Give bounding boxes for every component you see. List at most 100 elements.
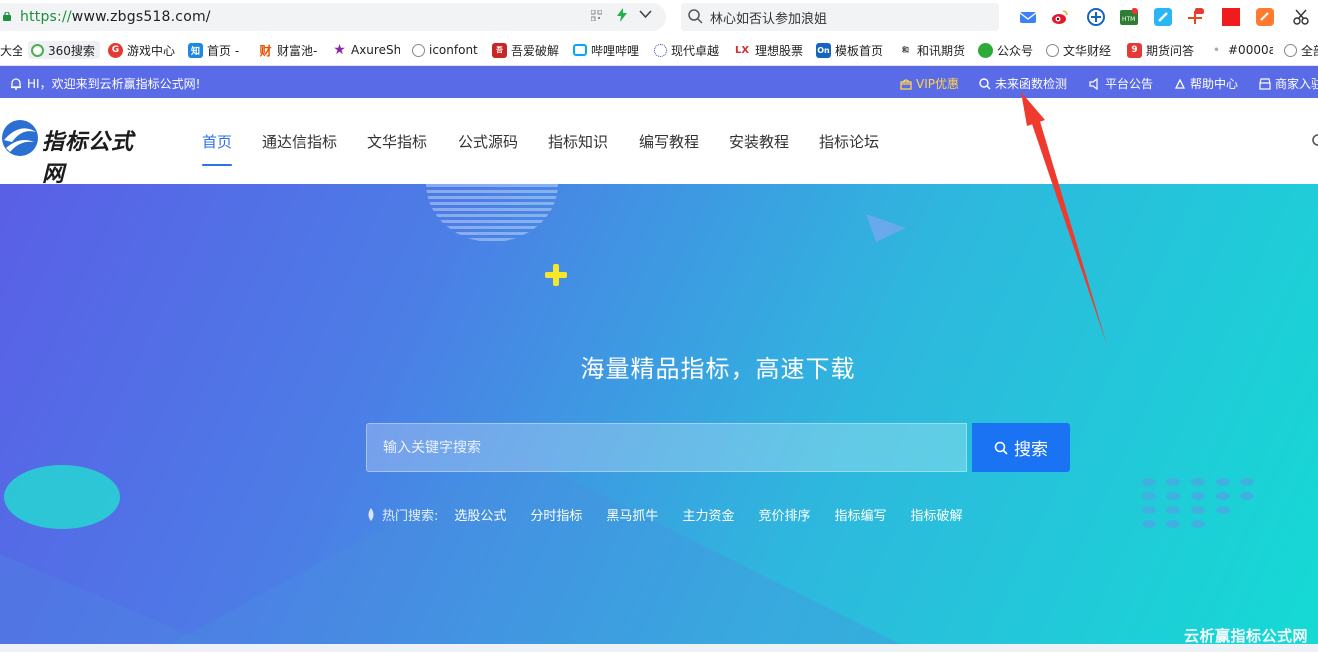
zhi-icon: 知 bbox=[188, 42, 203, 58]
vip-link[interactable]: VIP优惠 bbox=[900, 75, 959, 92]
url-host: www.zbgs518.com/ bbox=[71, 9, 211, 25]
bookmark-item[interactable]: 财财富池- bbox=[258, 41, 320, 59]
nav-active-indicator bbox=[202, 164, 232, 166]
bookmark-label: 和讯期货 bbox=[917, 43, 966, 58]
cai-icon: 财 bbox=[258, 42, 273, 58]
bookmark-label: 吾爱破解 bbox=[511, 43, 560, 58]
hot-keyword[interactable]: 主力资金 bbox=[682, 505, 734, 524]
bookmark-item[interactable]: LX 理想股票 bbox=[733, 41, 805, 59]
globe-icon bbox=[1284, 43, 1297, 57]
bookmark-item[interactable]: 现代卓越 bbox=[654, 41, 722, 59]
bookmark-item[interactable]: ★ AxureSh bbox=[332, 41, 400, 59]
nav-writing-tutorial[interactable]: 编写教程 bbox=[639, 131, 699, 152]
globe-icon bbox=[412, 43, 425, 57]
site-search-button[interactable]: 搜索 bbox=[972, 423, 1070, 472]
bookmark-label: 文华财经 bbox=[1063, 43, 1112, 58]
browser-ext-icon[interactable] bbox=[1087, 8, 1105, 26]
logo-text: 指标公式网 bbox=[42, 129, 135, 187]
drop-icon bbox=[368, 508, 374, 521]
site-search-input[interactable] bbox=[366, 423, 967, 472]
bookmark-item[interactable]: 文华财经 bbox=[1046, 41, 1114, 59]
bookmark-item[interactable]: On 模板首页 bbox=[816, 41, 886, 59]
bookmark-item[interactable]: 360搜索 bbox=[28, 41, 100, 59]
help-label: 帮助中心 bbox=[1190, 77, 1239, 91]
weibo-icon[interactable] bbox=[1051, 8, 1069, 26]
bookmark-label: 公众号 bbox=[997, 43, 1034, 58]
hot-keyword[interactable]: 分时指标 bbox=[530, 505, 582, 524]
chevron-down-icon[interactable] bbox=[639, 10, 652, 19]
bookmark-item[interactable]: 知首页 - bbox=[188, 41, 244, 59]
html-ext-icon[interactable]: HTM bbox=[1120, 8, 1138, 26]
puzzle-ext-icon[interactable] bbox=[1154, 8, 1172, 26]
announcement-link[interactable]: 平台公告 bbox=[1089, 75, 1153, 92]
page-bottom-strip bbox=[0, 644, 1318, 652]
hero-decorations bbox=[0, 184, 1254, 644]
bookmark-item[interactable]: 9 期货问答 bbox=[1127, 41, 1195, 59]
browser-search-text[interactable]: 林心如否认参加浪姐 bbox=[710, 8, 827, 27]
bookmark-item[interactable]: 大全 bbox=[0, 41, 22, 59]
welcome-text: HI，欢迎来到云析赢指标公式网! bbox=[27, 77, 201, 91]
mountain-decoration-2 bbox=[0, 554, 210, 644]
red-square-icon[interactable] bbox=[1222, 8, 1240, 26]
search-icon bbox=[688, 9, 703, 24]
site-logo[interactable]: 指标公式网 bbox=[0, 118, 150, 187]
nav-formula-source[interactable]: 公式源码 bbox=[458, 131, 518, 152]
bookmark-item[interactable]: 哔哩哔哩 bbox=[573, 41, 641, 59]
xd-icon bbox=[654, 43, 667, 57]
lock-icon bbox=[3, 12, 11, 21]
game-icon: G bbox=[108, 42, 123, 58]
bookmark-label: 360搜索 bbox=[48, 43, 95, 58]
wechat-icon bbox=[978, 42, 993, 58]
360-icon bbox=[31, 43, 44, 57]
network-ext-icon[interactable] bbox=[1186, 8, 1204, 26]
nav-tdx-indicators[interactable]: 通达信指标 bbox=[262, 131, 337, 152]
bookmark-item[interactable]: 全部 bbox=[1284, 41, 1318, 59]
lx-icon: LX bbox=[733, 42, 751, 58]
bookmark-label: 首页 - bbox=[207, 43, 240, 58]
mountain-decoration bbox=[170, 454, 900, 644]
bookmark-item[interactable]: 吾吾爱破解 bbox=[492, 41, 562, 59]
nav-indicator-knowledge[interactable]: 指标知识 bbox=[548, 131, 608, 152]
triangle-decoration bbox=[866, 214, 906, 242]
hot-keyword[interactable]: 选股公式 bbox=[454, 505, 506, 524]
nav-wenhua-indicators[interactable]: 文华指标 bbox=[367, 131, 427, 152]
search-button-label: 搜索 bbox=[1014, 440, 1048, 460]
dot-grid-decoration bbox=[1142, 478, 1254, 528]
bookmark-item[interactable]: G 游戏中心 bbox=[108, 41, 178, 59]
bookmark-item[interactable]: iconfont bbox=[412, 41, 480, 59]
hot-keyword[interactable]: 竞价排序 bbox=[758, 505, 810, 524]
url-text[interactable]: https://www.zbgs518.com/ bbox=[20, 9, 211, 25]
mail-icon[interactable] bbox=[1019, 8, 1037, 26]
announcement-label: 平台公告 bbox=[1105, 77, 1154, 91]
help-link[interactable]: 帮助中心 bbox=[1174, 75, 1238, 92]
svg-text:HTM: HTM bbox=[1122, 16, 1135, 23]
nav-install-tutorial[interactable]: 安装教程 bbox=[729, 131, 789, 152]
bilibili-icon bbox=[573, 44, 587, 56]
hot-search-label: 热门搜索: bbox=[382, 509, 439, 524]
bookmark-item[interactable]: 公众号 bbox=[978, 41, 1036, 59]
address-bar[interactable]: https://www.zbgs518.com/ bbox=[0, 3, 666, 31]
bookmarks-bar: 大全 360搜索 G 游戏中心 知首页 - 财财富池- ★ AxureSh icon… bbox=[0, 34, 1318, 66]
hot-keyword[interactable]: 黑马抓牛 bbox=[606, 505, 658, 524]
hot-keyword[interactable]: 指标编写 bbox=[834, 505, 886, 524]
bookmark-item[interactable]: • #0000a bbox=[1209, 41, 1273, 59]
search-icon bbox=[994, 441, 1008, 455]
nav-home[interactable]: 首页 bbox=[202, 131, 232, 152]
site-header: 指标公式网 首页 通达信指标 文华指标 公式源码 指标知识 编写教程 安装教程 … bbox=[0, 98, 1318, 187]
scissors-icon[interactable] bbox=[1292, 8, 1310, 26]
bookmark-item[interactable]: 和和讯期货 bbox=[898, 41, 966, 59]
future-check-link[interactable]: 未来函数检测 bbox=[979, 75, 1067, 92]
tag-ext-icon[interactable] bbox=[1256, 8, 1274, 26]
hero-banner: 海量精品指标，高速下载 搜索 热门搜索: 选股公式 分时指标 黑马抓牛 主力资金… bbox=[0, 184, 1318, 644]
merchant-link[interactable]: 商家入驻 bbox=[1259, 75, 1318, 92]
oval-decoration bbox=[4, 465, 120, 529]
hexun-icon: 和 bbox=[898, 42, 913, 58]
lightning-icon[interactable] bbox=[617, 8, 627, 22]
site-top-bar: HI，欢迎来到云析赢指标公式网! VIP优惠 未来函数检测 平台公告 帮助中心 … bbox=[0, 66, 1318, 98]
hot-keyword[interactable]: 指标破解 bbox=[910, 505, 962, 524]
speaker-icon bbox=[1089, 77, 1098, 90]
nav-forum[interactable]: 指标论坛 bbox=[819, 131, 879, 152]
search-icon[interactable] bbox=[1311, 134, 1318, 148]
plus-decoration bbox=[545, 264, 567, 286]
qr-code-icon[interactable] bbox=[591, 10, 602, 21]
